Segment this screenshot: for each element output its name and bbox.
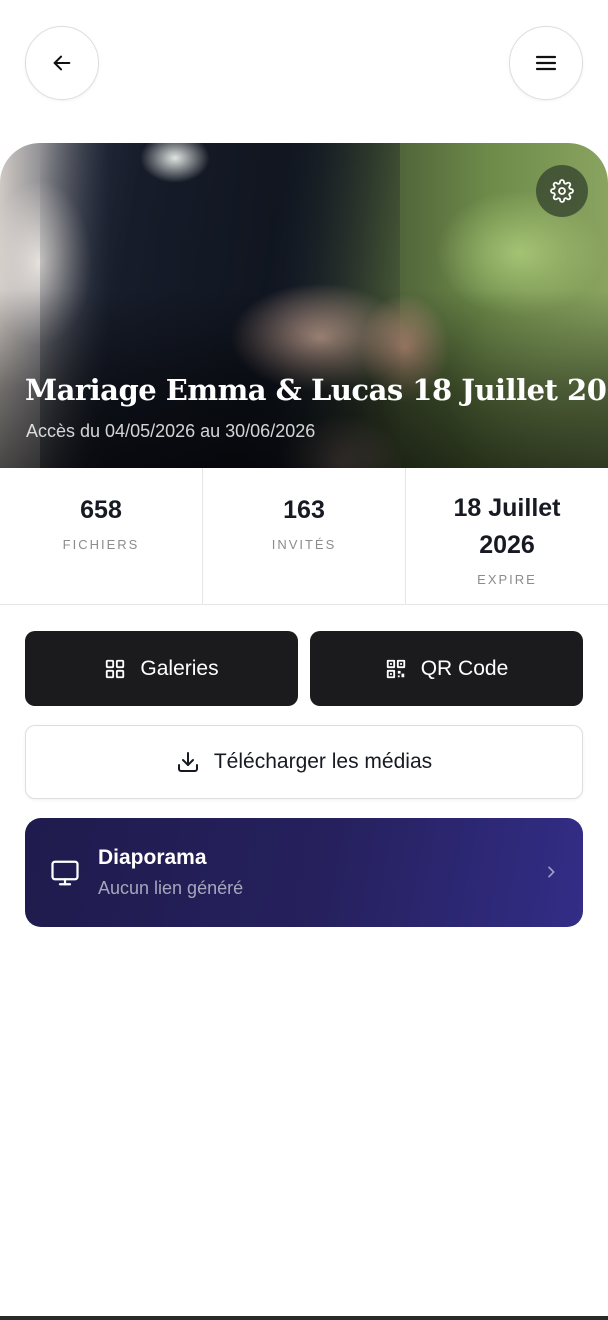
chevron-right-icon bbox=[548, 866, 555, 878]
monitor-icon bbox=[51, 860, 79, 885]
download-media-label: Télécharger les médias bbox=[213, 750, 433, 773]
slideshow-status: Aucun lien généré bbox=[98, 878, 244, 898]
settings-button[interactable] bbox=[536, 165, 588, 217]
menu-icon bbox=[535, 55, 557, 71]
download-icon bbox=[177, 752, 198, 772]
stat-value: 163 bbox=[283, 496, 325, 524]
qr-code-label: QR Code bbox=[420, 656, 509, 680]
event-access-dates: Accès du 04/05/2026 au 30/06/2026 bbox=[26, 421, 316, 441]
download-media-button[interactable]: Télécharger les médias bbox=[25, 725, 583, 799]
slideshow-card[interactable]: Diaporama Aucun lien généré bbox=[25, 818, 583, 927]
qr-code-button[interactable]: QR Code bbox=[310, 631, 583, 706]
grid-icon bbox=[106, 659, 125, 678]
galleries-button[interactable]: Galeries bbox=[25, 631, 298, 706]
stat-guests: 163 INVITÉS bbox=[203, 468, 406, 604]
slideshow-title: Diaporama bbox=[98, 846, 207, 869]
stat-label: FICHIERS bbox=[62, 537, 140, 552]
event-cover: Mariage Emma & Lucas 18 Juillet 2025 Acc… bbox=[0, 143, 608, 468]
slideshow-text: Diaporama Aucun lien généré bbox=[98, 846, 243, 899]
stat-value: 658 bbox=[80, 496, 122, 524]
event-stats: 658 FICHIERS 163 INVITÉS 18 Juillet 2026… bbox=[0, 468, 608, 605]
stat-expiry: 18 Juillet 2026 EXPIRE bbox=[406, 468, 608, 604]
qr-code-icon bbox=[386, 659, 405, 678]
stat-label: INVITÉS bbox=[271, 537, 337, 552]
back-button[interactable] bbox=[25, 26, 99, 100]
arrow-left-icon bbox=[53, 55, 71, 71]
event-title: Mariage Emma & Lucas 18 Juillet 2025 bbox=[25, 373, 608, 407]
stat-label: EXPIRE bbox=[477, 572, 537, 587]
bottom-edge bbox=[0, 1316, 608, 1320]
menu-button[interactable] bbox=[509, 26, 583, 100]
stat-files: 658 FICHIERS bbox=[0, 468, 203, 604]
gear-icon bbox=[550, 179, 574, 203]
top-bar bbox=[0, 0, 608, 130]
stat-value: 18 Juillet 2026 bbox=[453, 494, 561, 559]
galleries-label: Galeries bbox=[140, 656, 219, 680]
